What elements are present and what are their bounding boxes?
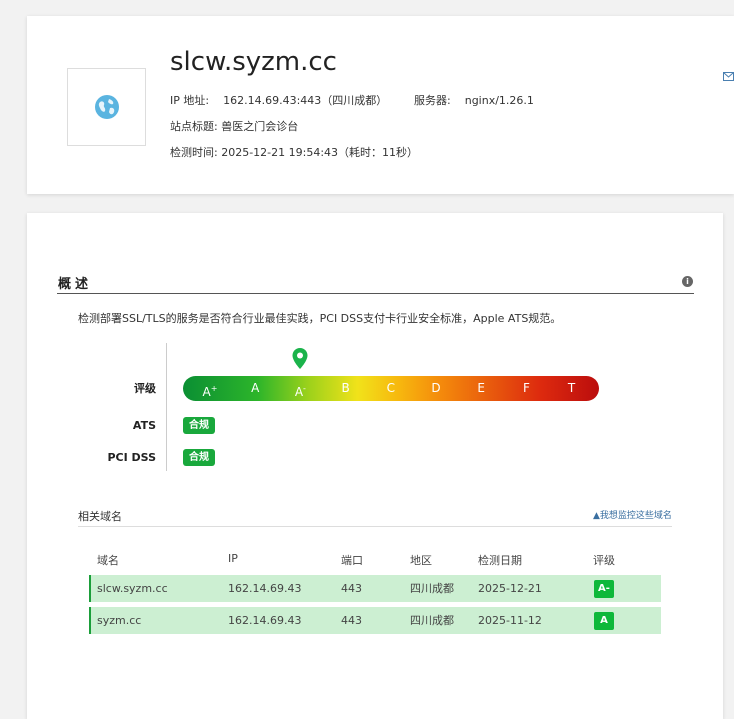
cell-port: 443 <box>341 614 362 627</box>
divider <box>78 526 672 527</box>
check-time-value: 2025-12-21 19:54:43（耗时：11秒） <box>221 146 419 159</box>
cell-ip: 162.14.69.43 <box>228 614 302 627</box>
cell-ip: 162.14.69.43 <box>228 582 302 595</box>
divider <box>57 293 694 294</box>
cell-date: 2025-11-12 <box>478 614 542 627</box>
ip-value: 162.14.69.43:443（四川成都） <box>223 94 388 107</box>
grade-scale-label: A <box>251 381 260 395</box>
grade-scale-label: C <box>386 381 395 395</box>
column-header-domain: 域名 <box>97 554 119 567</box>
site-title-info: 站点标题: 兽医之门会诊台 <box>170 118 298 134</box>
overview-description: 检测部署SSL/TLS的服务是否符合行业最佳实践，PCI DSS支付卡行业安全标… <box>78 312 562 325</box>
ip-info: IP 地址: 162.14.69.43:443（四川成都） <box>170 92 387 108</box>
site-title-label: 站点标题: <box>170 120 218 133</box>
table-row[interactable]: syzm.cc 162.14.69.43 443 四川成都 2025-11-12… <box>89 607 661 634</box>
overview-title: 概述 <box>58 277 93 292</box>
column-header-region: 地区 <box>410 554 432 567</box>
ip-label: IP 地址: <box>170 94 210 107</box>
cell-port: 443 <box>341 582 362 595</box>
grade-scale-label: B <box>341 381 350 395</box>
table-row[interactable]: slcw.syzm.cc 162.14.69.43 443 四川成都 2025-… <box>89 575 661 602</box>
related-domains-title: 相关域名 <box>78 510 122 523</box>
column-header-port: 端口 <box>341 554 363 567</box>
cell-date: 2025-12-21 <box>478 582 542 595</box>
pci-dss-compliant-badge: 合规 <box>183 449 215 466</box>
grade-scale-label: D <box>431 381 441 395</box>
cell-domain[interactable]: slcw.syzm.cc <box>97 575 168 602</box>
check-time-info: 检测时间: 2025-12-21 19:54:43（耗时：11秒） <box>170 144 418 160</box>
grade-scale-label: A+ <box>202 384 218 399</box>
ats-label: ATS <box>132 419 156 432</box>
map-pin-icon <box>292 348 308 369</box>
site-summary-card: slcw.syzm.cc IP 地址: 162.14.69.43:443（四川成都… <box>27 16 734 194</box>
server-value: nginx/1.26.1 <box>464 94 534 107</box>
cell-region: 四川成都 <box>410 582 454 595</box>
grade-scale-label: F <box>522 381 530 395</box>
check-time-label: 检测时间: <box>170 146 218 159</box>
monitor-domains-link[interactable]: ▲我想监控这些域名 <box>593 508 672 521</box>
column-header-date: 检测日期 <box>478 554 522 567</box>
overview-card: 概述 i 检测部署SSL/TLS的服务是否符合行业最佳实践，PCI DSS支付卡… <box>27 213 723 719</box>
cell-region: 四川成都 <box>410 614 454 627</box>
grade-scale-label: A- <box>294 384 306 399</box>
cell-domain[interactable]: syzm.cc <box>97 607 141 634</box>
ats-compliant-badge: 合规 <box>183 417 215 434</box>
divider <box>166 343 167 471</box>
column-header-ip: IP <box>228 552 238 565</box>
site-domain: slcw.syzm.cc <box>170 47 337 77</box>
pci-dss-label: PCI DSS <box>107 451 156 464</box>
globe-icon <box>94 95 119 119</box>
grade-badge: A- <box>594 580 614 598</box>
server-info: 服务器: nginx/1.26.1 <box>414 92 534 108</box>
column-header-grade: 评级 <box>593 554 615 567</box>
grade-scale-bar: A+ A A- B C D E F T <box>183 376 599 401</box>
mail-icon[interactable] <box>723 72 734 81</box>
grade-scale-label: E <box>477 381 485 395</box>
info-icon[interactable]: i <box>682 276 693 287</box>
rating-label: 评级 <box>134 382 156 395</box>
site-title-value: 兽医之门会诊台 <box>221 120 299 133</box>
grade-badge: A <box>594 612 614 630</box>
grade-scale-label: T <box>567 381 576 395</box>
server-label: 服务器: <box>414 94 451 107</box>
site-icon-box <box>67 68 146 146</box>
